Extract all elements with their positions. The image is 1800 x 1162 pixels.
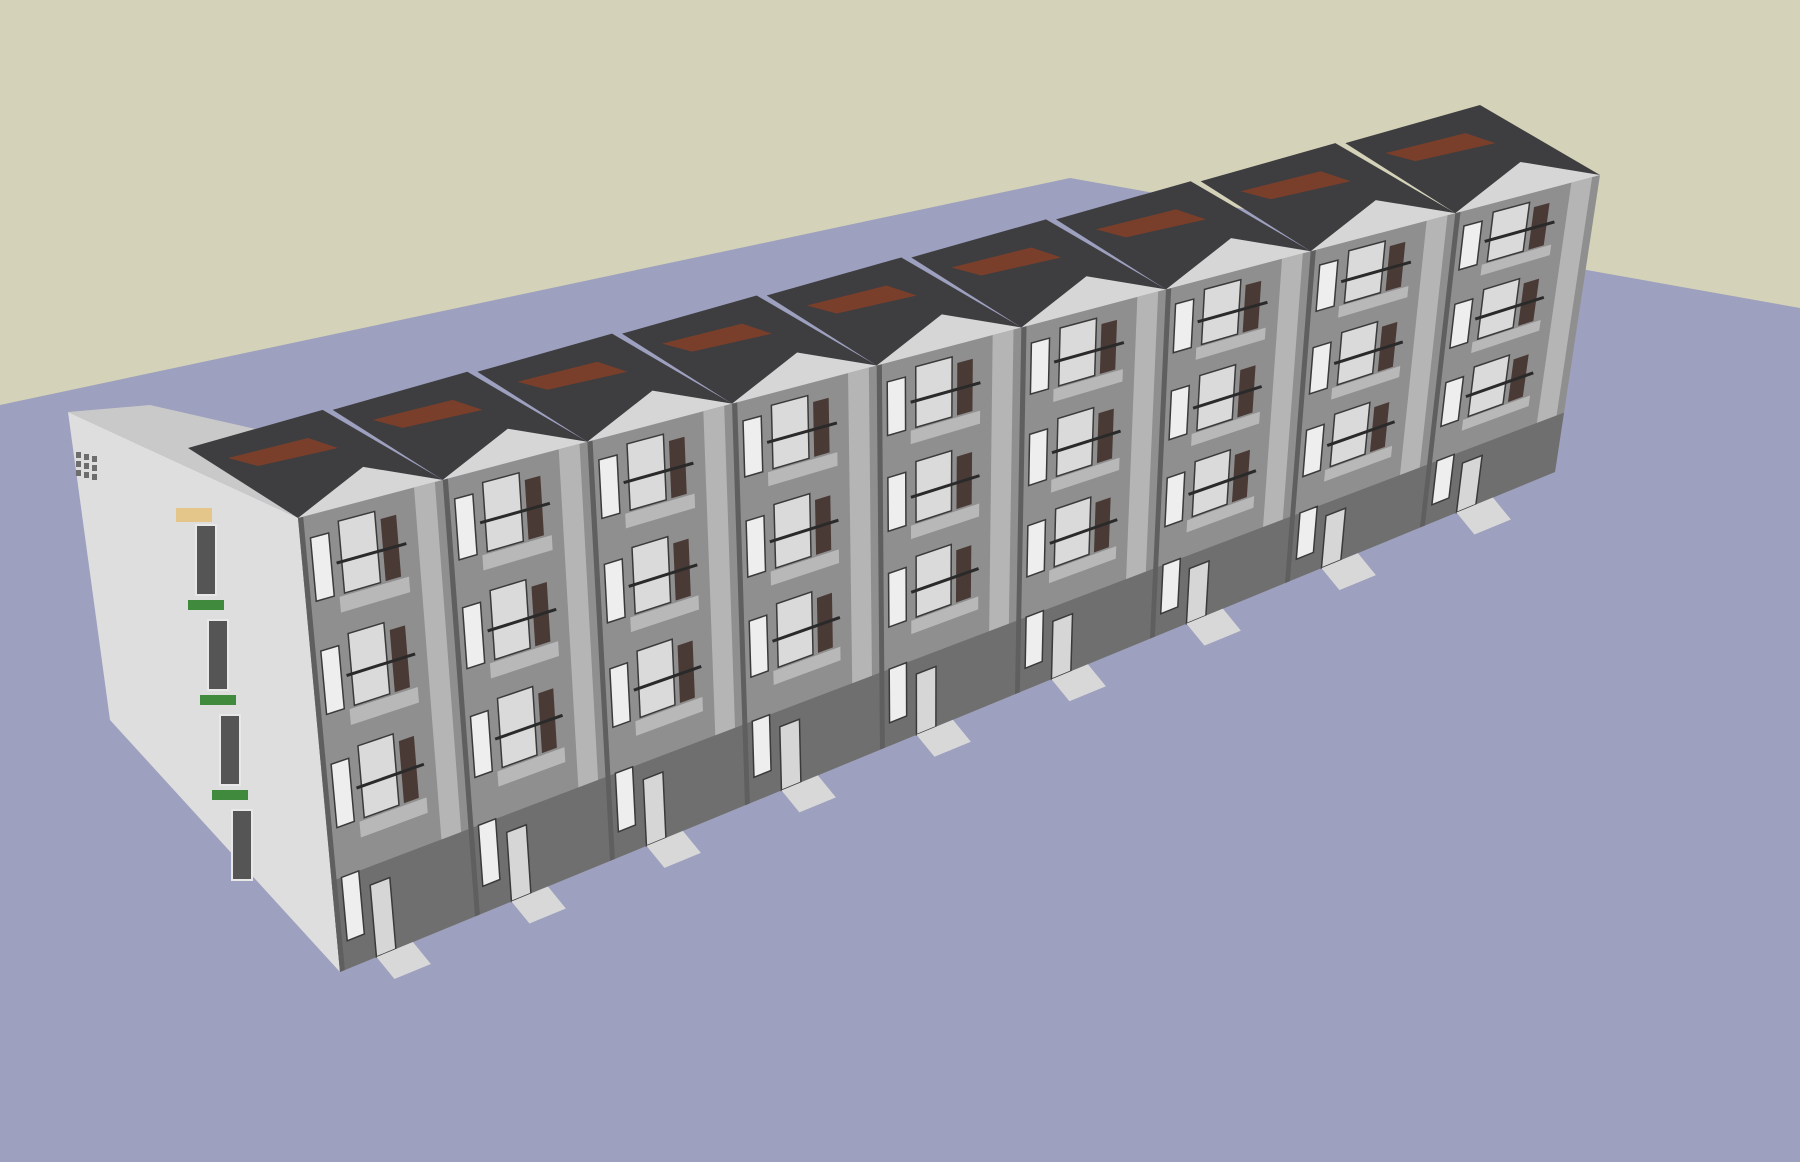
window — [1168, 384, 1191, 441]
vent-grille-icon — [84, 472, 89, 478]
window — [1024, 609, 1045, 670]
3d-model-viewport — [0, 0, 1800, 1162]
window — [1315, 259, 1339, 313]
window — [888, 661, 908, 724]
window — [614, 765, 637, 833]
window — [751, 713, 772, 779]
vent-grille-icon — [84, 463, 89, 469]
window — [886, 376, 907, 437]
window — [748, 614, 770, 679]
window — [1295, 505, 1319, 561]
vent-grille-icon — [76, 452, 81, 458]
window — [745, 514, 767, 579]
window — [1302, 423, 1325, 478]
window — [461, 601, 486, 670]
vent-grille-icon — [92, 474, 97, 480]
window — [887, 566, 908, 629]
vent-grille-icon — [76, 470, 81, 476]
window — [742, 415, 764, 478]
window — [603, 557, 626, 624]
window — [598, 454, 621, 520]
side-window — [195, 524, 217, 596]
window — [887, 471, 907, 533]
window — [453, 493, 478, 561]
entry-door — [779, 718, 802, 792]
planter-box — [212, 790, 248, 800]
window — [1164, 470, 1186, 528]
facade-recess-panel — [848, 367, 872, 684]
planter-box — [188, 600, 224, 610]
vent-grille-icon — [84, 454, 89, 460]
vent-grille-icon — [76, 461, 81, 467]
window — [1027, 427, 1049, 487]
entry-door — [1185, 559, 1210, 625]
entry-door — [1050, 612, 1074, 681]
window — [1308, 341, 1332, 396]
side-window — [219, 714, 241, 786]
side-window — [207, 619, 229, 691]
wall-lamp-icon — [176, 508, 212, 522]
window — [1026, 518, 1047, 578]
window — [1172, 298, 1195, 354]
side-window — [231, 809, 253, 881]
vent-grille-icon — [92, 465, 97, 471]
planter-box — [200, 695, 236, 705]
entry-door — [505, 823, 532, 903]
window — [477, 817, 501, 888]
window — [1029, 337, 1051, 396]
window — [609, 661, 632, 729]
window — [469, 709, 494, 779]
vent-grille-icon — [92, 456, 97, 462]
entry-door — [915, 665, 937, 736]
entry-door — [642, 770, 667, 847]
window — [1159, 557, 1182, 615]
